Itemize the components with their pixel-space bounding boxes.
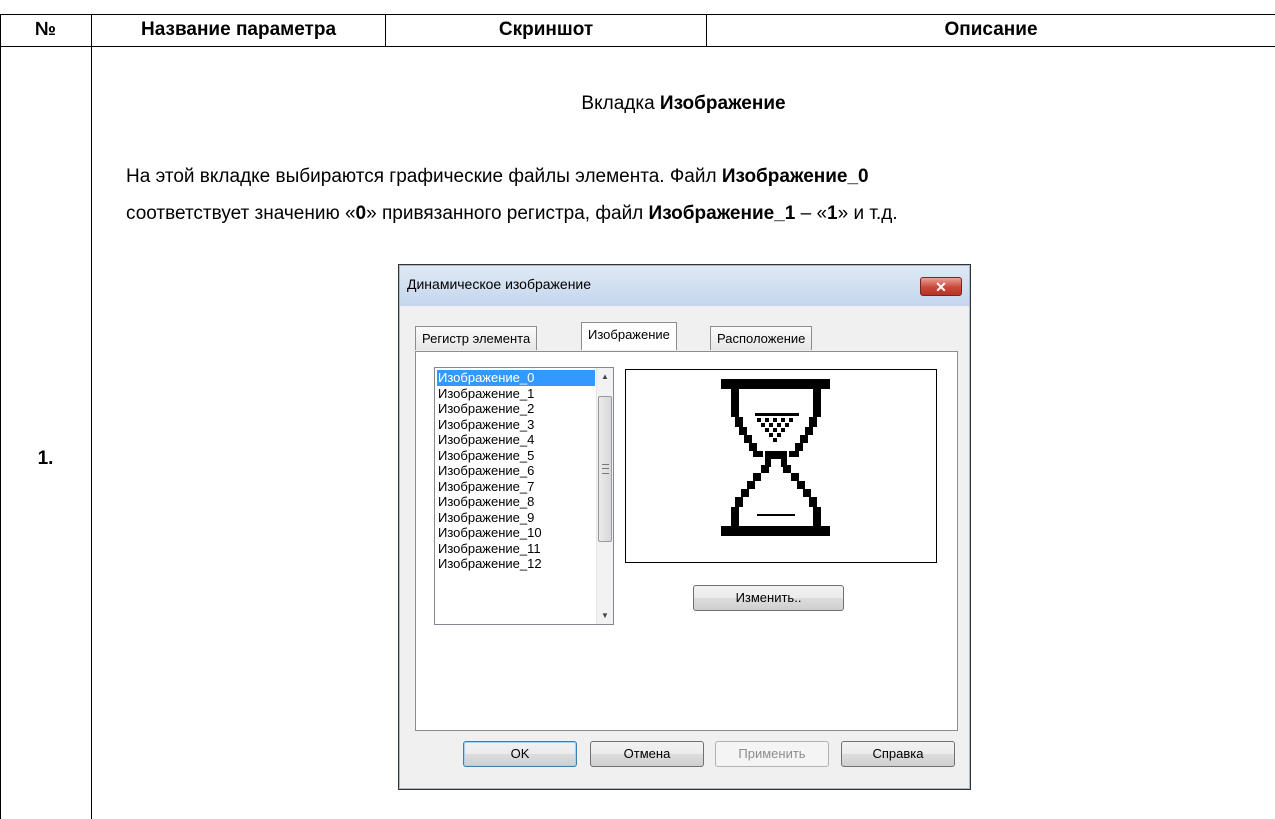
list-item[interactable]: Изображение_3: [437, 417, 595, 433]
list-item[interactable]: Изображение_1: [437, 386, 595, 402]
hourglass-icon: [721, 379, 830, 536]
tab-register[interactable]: Регистр элемента: [415, 326, 538, 350]
table-left-border: [0, 14, 1, 819]
list-scrollbar[interactable]: ▲ ▼: [596, 368, 613, 624]
close-button[interactable]: ✕: [920, 277, 962, 296]
list-item[interactable]: Изображение_2: [437, 401, 595, 417]
image-list-items: Изображение_0 Изображение_1 Изображение_2 И…: [437, 370, 595, 572]
column-divider-1: [91, 14, 92, 819]
tab-title: Вкладка Изображение: [92, 93, 1275, 115]
tab-title-prefix: Вкладка: [581, 93, 660, 114]
cancel-button[interactable]: Отмена: [590, 741, 704, 767]
para-text: » привязанного регистра, файл: [366, 203, 649, 224]
list-item[interactable]: Изображение_11: [437, 541, 595, 557]
scroll-down-arrow-icon[interactable]: ▼: [597, 607, 613, 624]
dynamic-image-dialog: Динамическое изображение ✕ Регистр элеме…: [398, 264, 971, 790]
change-image-button[interactable]: Изменить..: [693, 585, 844, 611]
description-line-1: На этой вкладке выбираются графические ф…: [126, 160, 1266, 194]
image-preview: [625, 369, 937, 563]
help-button[interactable]: Справка: [841, 741, 955, 767]
list-item[interactable]: Изображение_4: [437, 432, 595, 448]
para-text: На этой вкладке выбираются графические ф…: [126, 166, 722, 187]
description-line-2: соответствует значению «0» привязанного …: [126, 197, 1266, 231]
dialog-title: Динамическое изображение: [407, 276, 592, 292]
ok-button[interactable]: OK: [463, 741, 577, 767]
tab-title-bold: Изображение: [659, 93, 786, 114]
scroll-grip-icon: [602, 464, 609, 474]
list-item[interactable]: Изображение_12: [437, 556, 595, 572]
close-icon: ✕: [935, 279, 947, 295]
scroll-thumb[interactable]: [598, 396, 612, 542]
header-description: Описание: [944, 19, 1038, 40]
para-text: соответствует значению «: [126, 203, 356, 224]
row-number: 1.: [37, 448, 54, 469]
list-item[interactable]: Изображение_8: [437, 494, 595, 510]
list-item[interactable]: Изображение_9: [437, 510, 595, 526]
para-bold: 1: [827, 203, 838, 224]
para-text: » и т.д.: [837, 203, 898, 224]
table-header-bottom-border: [0, 46, 1275, 47]
list-item[interactable]: Изображение_6: [437, 463, 595, 479]
list-item[interactable]: Изображение_5: [437, 448, 595, 464]
dialog-body: Регистр элемента Изображение Расположени…: [404, 306, 965, 784]
para-bold: Изображение_1: [648, 203, 796, 224]
para-bold: 0: [355, 203, 367, 224]
tab-image[interactable]: Изображение: [581, 322, 677, 350]
header-number: №: [34, 19, 57, 40]
apply-button[interactable]: Применить: [715, 741, 829, 767]
scroll-up-arrow-icon[interactable]: ▲: [597, 368, 613, 385]
list-item[interactable]: Изображение_0: [437, 370, 595, 386]
dialog-title-bar[interactable]: Динамическое изображение ✕: [400, 266, 969, 306]
para-text: – «: [795, 203, 828, 224]
image-list[interactable]: Изображение_0 Изображение_1 Изображение_2 И…: [434, 367, 614, 625]
list-item[interactable]: Изображение_10: [437, 525, 595, 541]
header-param-name: Название параметра: [140, 19, 337, 40]
tab-position[interactable]: Расположение: [710, 326, 813, 350]
para-bold: Изображение_0: [721, 166, 869, 187]
tab-panel-image: Изображение_0 Изображение_1 Изображение_2 И…: [415, 351, 958, 731]
list-item[interactable]: Изображение_7: [437, 479, 595, 495]
header-screenshot: Скриншот: [498, 19, 594, 40]
